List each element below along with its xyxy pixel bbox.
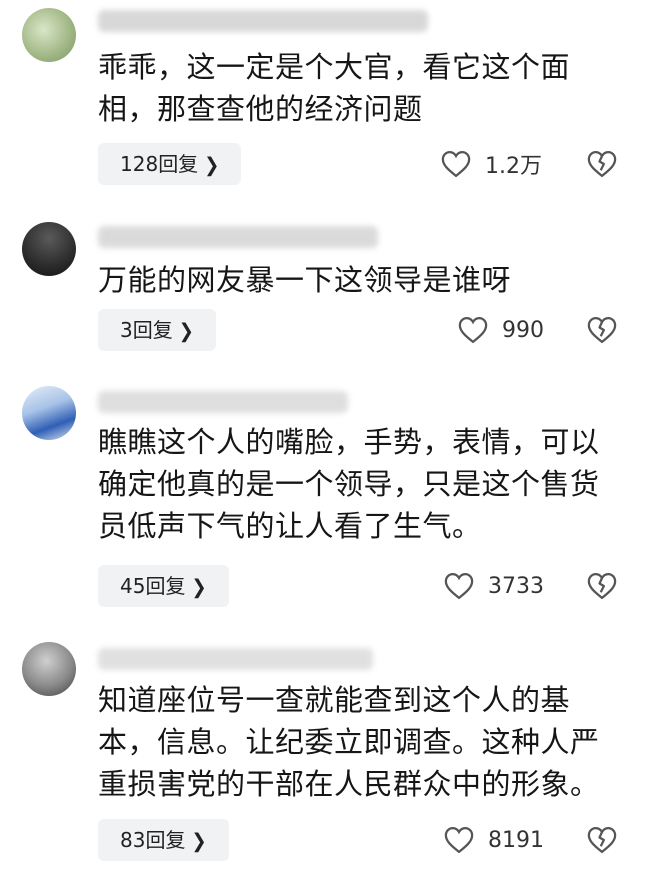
like-button[interactable]: 990 (458, 309, 544, 351)
reply-button[interactable]: 3回复 ❯ (98, 309, 216, 351)
broken-heart-icon[interactable] (587, 571, 617, 601)
username-blurred (98, 10, 428, 32)
username-blurred (98, 226, 378, 248)
avatar[interactable] (22, 642, 76, 696)
heart-outline-icon (444, 826, 474, 854)
broken-heart-icon[interactable] (587, 149, 617, 179)
comment-text: 乖乖，这一定是个大官，看它这个面 相，那查查他的经济问题 (98, 46, 618, 130)
heart-outline-icon (458, 316, 488, 344)
reply-count: 83 (120, 828, 146, 852)
comment-text-line: 本，信息。让纪委立即调查。这种人严 (98, 725, 600, 759)
reply-label: 回复 (132, 318, 173, 342)
reply-button[interactable]: 45回复 ❯ (98, 565, 229, 607)
chevron-right-icon: ❯ (178, 319, 194, 343)
comment-text: 瞧瞧这个人的嘴脸，手势，表情，可以 确定他真的是一个领导，只是这个售货 员低声下… (98, 421, 618, 547)
reply-count: 128 (120, 152, 159, 176)
like-count: 3733 (488, 573, 544, 599)
comment-text: 万能的网友暴一下这领导是谁呀 (98, 259, 618, 301)
reply-count: 3 (120, 318, 133, 342)
reply-label: 回复 (145, 574, 186, 598)
comment-text: 知道座位号一查就能查到这个人的基 本，信息。让纪委立即调查。这种人严 重损害党的… (98, 679, 618, 805)
reply-label: 回复 (158, 152, 199, 176)
chevron-right-icon: ❯ (191, 829, 207, 853)
like-button[interactable]: 1.2万 (441, 143, 542, 185)
chevron-right-icon: ❯ (204, 153, 220, 177)
chevron-right-icon: ❯ (191, 575, 207, 599)
reply-count: 45 (120, 574, 146, 598)
like-button[interactable]: 8191 (444, 819, 544, 861)
comment-text-line: 乖乖，这一定是个大官，看它这个面 (98, 50, 571, 84)
comment-text-line: 知道座位号一查就能查到这个人的基 (98, 683, 571, 717)
like-count: 8191 (488, 827, 544, 853)
comment-text-line: 员低声下气的让人看了生气。 (98, 509, 482, 543)
reply-button[interactable]: 128回复 ❯ (98, 143, 242, 185)
comment-text-line: 瞧瞧这个人的嘴脸，手势，表情，可以 (98, 425, 600, 459)
avatar[interactable] (22, 386, 76, 440)
comment-text-line: 确定他真的是一个领导，只是这个售货 (98, 467, 600, 501)
reply-label: 回复 (145, 828, 186, 852)
broken-heart-icon[interactable] (587, 315, 617, 345)
comment-text-line: 相，那查查他的经济问题 (98, 92, 423, 126)
like-count: 990 (502, 317, 544, 343)
username-blurred (98, 391, 348, 413)
comment-text-line: 重损害党的干部在人民群众中的形象。 (98, 767, 600, 801)
reply-button[interactable]: 83回复 ❯ (98, 819, 229, 861)
avatar[interactable] (22, 222, 76, 276)
like-button[interactable]: 3733 (444, 565, 544, 607)
heart-outline-icon (444, 572, 474, 600)
avatar[interactable] (22, 8, 76, 62)
username-blurred (98, 648, 373, 670)
like-count: 1.2万 (485, 154, 542, 179)
broken-heart-icon[interactable] (587, 825, 617, 855)
heart-outline-icon (441, 150, 471, 178)
comment-text-line: 万能的网友暴一下这领导是谁呀 (98, 263, 512, 297)
